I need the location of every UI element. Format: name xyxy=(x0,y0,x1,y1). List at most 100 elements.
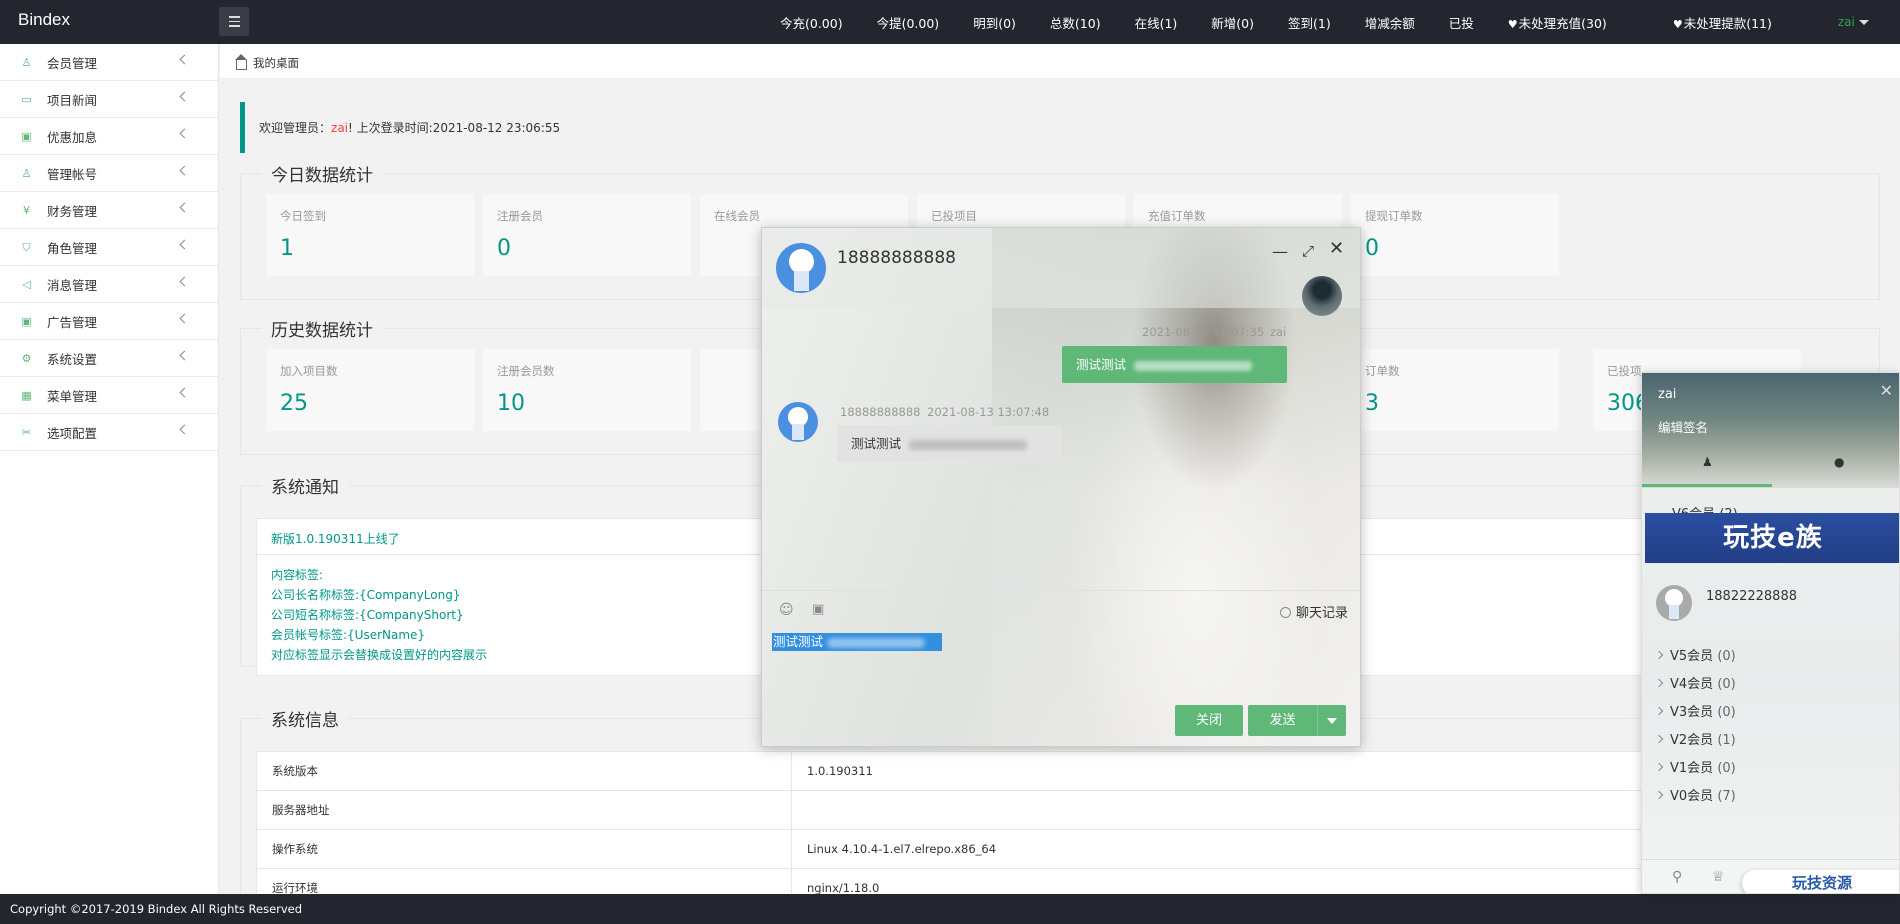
chevron-left-icon xyxy=(179,313,190,324)
breadcrumb-bar: 我的桌面 xyxy=(220,44,1900,79)
maximize-icon[interactable]: ⤢ xyxy=(1302,242,1314,260)
nav-total[interactable]: 总数(10) xyxy=(1050,13,1101,32)
sidebar: ♙ 会员管理 ▭ 项目新闻 ▣ 优惠加息 ♙ 管理帐号 ¥ 财务管理 ⛉ 角色管理 ◁ 消息管… xyxy=(0,44,219,894)
breadcrumb[interactable]: 我的桌面 xyxy=(235,54,299,71)
nav-online[interactable]: 在线(1) xyxy=(1135,13,1178,32)
section-title: 今日数据统计 xyxy=(261,161,383,186)
chevron-left-icon xyxy=(179,202,190,213)
group-v0[interactable]: V0会员 (7) xyxy=(1654,785,1736,804)
close-icon[interactable]: ✕ xyxy=(1880,381,1893,400)
nav-invested[interactable]: 已投 xyxy=(1449,13,1474,32)
alert-heart-icon: ♥ xyxy=(1672,17,1683,31)
sidebar-item-settings[interactable]: ⚙ 系统设置 xyxy=(0,340,218,377)
redacted-text xyxy=(1134,360,1253,371)
stat-card: 今日签到 1 xyxy=(266,194,474,276)
chevron-right-icon xyxy=(1654,762,1664,772)
nav-pending-recharge[interactable]: ♥未处理充值(30) xyxy=(1508,13,1641,32)
panel-username: zai xyxy=(1658,387,1677,402)
group-v1[interactable]: V1会员 (0) xyxy=(1654,757,1736,776)
chat-header[interactable]: 18888888888 — ⤢ ✕ xyxy=(762,228,1360,308)
group-v5[interactable]: V5会员 (0) xyxy=(1654,645,1736,664)
chat-history-link[interactable]: 聊天记录 xyxy=(1279,602,1348,621)
user-icon: ♙ xyxy=(21,55,32,69)
contact-item[interactable]: 18822228888 xyxy=(1656,585,1886,625)
tools-icon: ✂ xyxy=(21,425,32,439)
user-menu[interactable]: zai xyxy=(1838,15,1855,29)
menu-toggle-button[interactable] xyxy=(219,7,249,36)
skin-icon[interactable]: ♕ xyxy=(1712,869,1725,885)
sidebar-item-ads[interactable]: ▣ 广告管理 xyxy=(0,303,218,340)
chevron-left-icon xyxy=(179,91,190,102)
contact-avatar[interactable] xyxy=(776,243,826,293)
chevron-left-icon xyxy=(179,54,190,65)
sidebar-item-news[interactable]: ▭ 项目新闻 xyxy=(0,81,218,118)
chat-messages: 2021-08-13 13:07:35 zai 测试测试 18888888888… xyxy=(762,308,1360,598)
chevron-down-icon[interactable] xyxy=(1858,19,1869,25)
sender-avatar[interactable] xyxy=(778,402,818,442)
stat-card: 订单数 3 xyxy=(1351,349,1559,431)
nav-pending-withdraw[interactable]: ♥未处理提款(11) xyxy=(1673,13,1806,32)
group-v4[interactable]: V4会员 (0) xyxy=(1654,673,1736,692)
system-info-table: 系统版本 1.0.190311 服务器地址 操作系统 Linux 4.10.4-1.… xyxy=(256,751,1876,894)
edit-signature[interactable]: 编辑签名 xyxy=(1658,417,1708,436)
send-options-dropdown[interactable] xyxy=(1317,705,1346,736)
search-icon[interactable]: ⚲ xyxy=(1672,869,1682,885)
tab-groups-icon[interactable]: ● xyxy=(1834,455,1844,469)
image-icon: ▣ xyxy=(21,129,32,143)
sidebar-item-options[interactable]: ✂ 选项配置 xyxy=(0,414,218,451)
image-upload-icon[interactable]: ▣ xyxy=(812,602,824,617)
shield-icon: ⛉ xyxy=(22,240,31,254)
nav-tomorrow-due[interactable]: 明到(0) xyxy=(973,13,1016,32)
nav-adjust-balance[interactable]: 增减余额 xyxy=(1365,13,1415,32)
sidebar-item-messages[interactable]: ◁ 消息管理 xyxy=(0,266,218,303)
home-icon xyxy=(235,54,247,70)
chevron-left-icon xyxy=(179,350,190,361)
chat-input[interactable]: 测试测试 xyxy=(772,633,942,651)
panel-header: zai 编辑签名 ✕ ♟ ● xyxy=(1642,373,1899,488)
watermark: 玩技资源 xyxy=(1742,870,1899,893)
nav-today-recharge[interactable]: 今充(0.00) xyxy=(780,13,843,32)
promo-banner: 玩技e族 xyxy=(1645,513,1899,563)
sidebar-item-menus[interactable]: ▦ 菜单管理 xyxy=(0,377,218,414)
table-row: 服务器地址 xyxy=(256,790,1876,830)
chevron-left-icon xyxy=(179,387,190,398)
tab-friends-icon[interactable]: ♟ xyxy=(1702,455,1713,469)
nav-today-withdraw[interactable]: 今提(0.00) xyxy=(877,13,940,32)
minimize-icon[interactable]: — xyxy=(1272,242,1288,261)
sidebar-item-roles[interactable]: ⛉ 角色管理 xyxy=(0,229,218,266)
nav-checkin[interactable]: 签到(1) xyxy=(1288,13,1331,32)
stat-card: 注册会员数 10 xyxy=(483,349,691,431)
sidebar-item-admin-accounts[interactable]: ♙ 管理帐号 xyxy=(0,155,218,192)
section-title: 系统通知 xyxy=(261,473,349,498)
stat-card: 提现订单数 0 xyxy=(1351,194,1559,276)
alert-heart-icon: ♥ xyxy=(1507,17,1518,31)
close-button[interactable]: 关闭 xyxy=(1175,705,1243,736)
brand-logo[interactable]: Bindex xyxy=(18,10,70,30)
group-v2[interactable]: V2会员 (1) xyxy=(1654,729,1736,748)
top-nav: 今充(0.00) 今提(0.00) 明到(0) 总数(10) 在线(1) 新增(… xyxy=(780,0,1869,44)
sidebar-item-finance[interactable]: ¥ 财务管理 xyxy=(0,192,218,229)
close-icon[interactable]: ✕ xyxy=(1329,238,1344,259)
sidebar-item-promotions[interactable]: ▣ 优惠加息 xyxy=(0,118,218,155)
picture-icon: ▣ xyxy=(21,314,32,328)
nav-new[interactable]: 新增(0) xyxy=(1211,13,1254,32)
section-title: 系统信息 xyxy=(261,706,349,731)
send-button[interactable]: 发送 xyxy=(1248,705,1317,736)
stat-card: 注册会员 0 xyxy=(483,194,691,276)
message-bubble-sent: 测试测试 xyxy=(1062,346,1287,383)
chevron-right-icon xyxy=(1654,678,1664,688)
group-v3[interactable]: V3会员 (0) xyxy=(1654,701,1736,720)
gear-icon: ⚙ xyxy=(21,351,32,365)
chevron-left-icon xyxy=(179,128,190,139)
stat-card: 加入项目数 25 xyxy=(266,349,474,431)
table-row: 操作系统 Linux 4.10.4-1.el7.elrepo.x86_64 xyxy=(256,829,1876,869)
chevron-right-icon xyxy=(1654,650,1664,660)
emoji-icon[interactable]: ☺ xyxy=(779,602,794,618)
self-avatar[interactable] xyxy=(1302,276,1342,316)
chat-toolbar: ☺ ▣ 聊天记录 xyxy=(762,590,1360,628)
welcome-username: zai xyxy=(331,121,349,135)
finance-icon: ¥ xyxy=(23,203,30,217)
table-row: 系统版本 1.0.190311 xyxy=(256,751,1876,791)
sidebar-item-members[interactable]: ♙ 会员管理 xyxy=(0,44,218,81)
chevron-left-icon xyxy=(179,276,190,287)
